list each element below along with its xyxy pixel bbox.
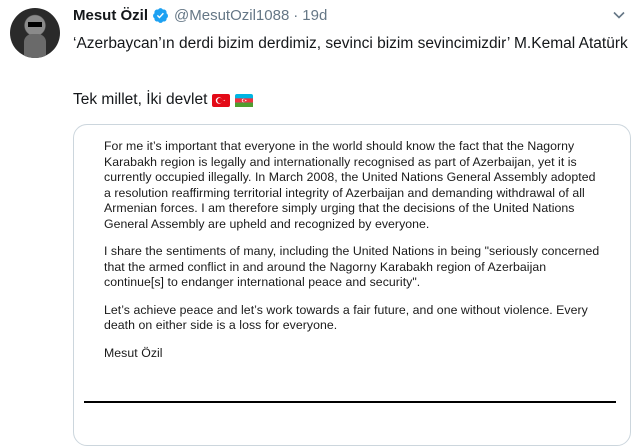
separator-dot: · [293, 7, 299, 24]
chevron-down-icon[interactable] [612, 8, 626, 22]
avatar[interactable] [10, 8, 60, 58]
author-name[interactable]: Mesut Özil [73, 7, 148, 24]
tweet-slogan: Tek millet, İki devlet [73, 91, 208, 108]
tweet-timestamp[interactable]: 19d [302, 7, 327, 24]
media-image-card[interactable]: For me it’s important that everyone in t… [73, 124, 631, 446]
statement-signature: Mesut Özil [104, 345, 163, 360]
tweet-header: Mesut Özil @MesutOzil1088 · 19d [73, 7, 327, 24]
verified-badge-icon [153, 8, 169, 23]
statement-paragraph-3: Let’s achieve peace and let’s work towar… [104, 302, 588, 333]
turkey-flag-icon [212, 93, 231, 107]
statement-image-text: For me it’s important that everyone in t… [104, 139, 604, 373]
azerbaijan-flag-icon [235, 93, 254, 107]
statement-paragraph-1: For me it’s important that everyone in t… [104, 139, 596, 231]
tweet-text-line2: Tek millet, İki devlet [73, 91, 254, 109]
signature-rule-line [84, 401, 616, 403]
avatar-censor-bar [28, 22, 42, 27]
author-handle[interactable]: @MesutOzil1088 [174, 7, 289, 24]
statement-paragraph-2: I share the sentiments of many, includin… [104, 244, 600, 289]
avatar-figure [24, 34, 46, 58]
tweet-text: ‘Azerbaycan’ın derdi bizim derdimiz, sev… [73, 35, 628, 52]
